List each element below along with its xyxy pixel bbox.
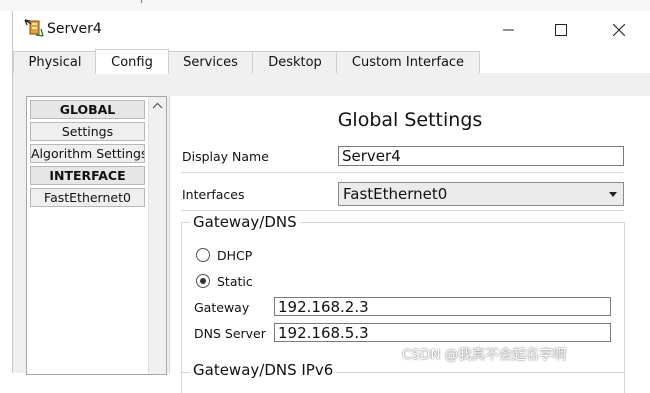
divider xyxy=(181,210,624,211)
dns-server-input[interactable]: 192.168.5.3 xyxy=(274,323,611,342)
static-radio[interactable] xyxy=(196,274,210,288)
scroll-up-icon[interactable] xyxy=(152,102,163,109)
display-name-input[interactable]: Server4 xyxy=(338,146,624,166)
sidebar-item-fastethernet0[interactable]: FastEthernet0 xyxy=(30,188,145,207)
global-settings-panel: Global Settings Display Name Server4 Int… xyxy=(169,96,650,393)
panel-title: Global Settings xyxy=(337,109,483,131)
gateway-dns-ipv6-title: Gateway/DNS IPv6 xyxy=(190,361,337,379)
dhcp-radio[interactable] xyxy=(196,248,210,262)
close-button[interactable] xyxy=(604,17,634,43)
maximize-icon xyxy=(555,24,567,36)
interfaces-label: Interfaces xyxy=(182,187,245,202)
interfaces-select[interactable]: FastEthernet0 xyxy=(338,182,624,206)
divider xyxy=(181,172,624,173)
sidebar-header-interface: INTERFACE xyxy=(30,166,145,185)
tab-custom-interface[interactable]: Custom Interface xyxy=(336,51,480,73)
dns-server-label: DNS Server xyxy=(194,326,266,341)
config-content: GLOBAL Settings Algorithm Settings INTER… xyxy=(13,73,650,393)
static-label: Static xyxy=(217,274,253,289)
gateway-input[interactable]: 192.168.2.3 xyxy=(274,297,611,316)
csdn-watermark: CSDN @我真不会起名字啊 xyxy=(402,347,567,363)
sidebar-item-algorithm-settings[interactable]: Algorithm Settings xyxy=(30,144,145,163)
minimize-icon xyxy=(503,29,514,31)
server-app-icon xyxy=(24,19,44,37)
tab-physical[interactable]: Physical xyxy=(13,51,97,73)
maximize-button[interactable] xyxy=(546,17,576,43)
config-sidebar: GLOBAL Settings Algorithm Settings INTER… xyxy=(26,96,167,375)
background-window-strip xyxy=(0,0,650,11)
tab-services[interactable]: Services xyxy=(167,51,254,73)
gateway-dns-title: Gateway/DNS xyxy=(190,213,300,231)
background-fragment xyxy=(141,0,150,3)
dhcp-label: DHCP xyxy=(217,248,253,263)
server-window: Server4 Physical Config Services Desktop… xyxy=(12,11,650,393)
tab-config[interactable]: Config xyxy=(95,49,169,74)
interfaces-select-value: FastEthernet0 xyxy=(343,185,448,203)
sidebar-header-global: GLOBAL xyxy=(30,100,145,119)
close-icon xyxy=(613,24,625,36)
window-title: Server4 xyxy=(47,21,102,37)
radio-selected-dot xyxy=(200,278,206,284)
title-bar[interactable]: Server4 xyxy=(13,11,650,47)
tab-desktop[interactable]: Desktop xyxy=(252,51,338,73)
gateway-label: Gateway xyxy=(194,300,250,315)
sidebar-item-settings[interactable]: Settings xyxy=(30,122,145,141)
tab-bar: Physical Config Services Desktop Custom … xyxy=(13,49,650,74)
chevron-down-icon xyxy=(609,192,617,197)
display-name-label: Display Name xyxy=(182,149,269,164)
minimize-button[interactable] xyxy=(494,17,524,43)
sidebar-scrollbar[interactable] xyxy=(148,97,166,374)
